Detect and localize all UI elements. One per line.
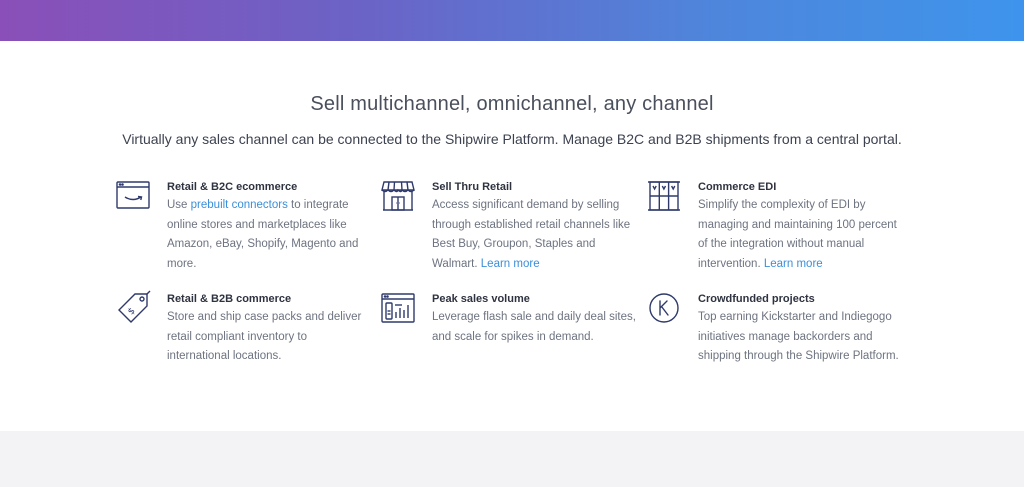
price-tag-icon: $ (115, 290, 151, 326)
feature-title: Retail & B2B commerce (167, 293, 292, 305)
feature-description: Leverage flash sale and daily deal sites… (432, 311, 636, 343)
feature-title: Crowdfunded projects (698, 293, 815, 305)
section-subtitle: Virtually any sales channel can be conne… (122, 131, 902, 147)
next-section-band (0, 431, 1024, 487)
feature-crowdfunded: Crowdfunded projects Top earning Kicksta… (649, 292, 903, 367)
prebuilt-connectors-link[interactable]: prebuilt connectors (191, 199, 288, 211)
feature-retail-b2c: Retail & B2C ecommerce Use prebuilt conn… (116, 180, 372, 274)
feature-description: Simplify the complexity of EDI by managi… (698, 199, 897, 270)
feature-description: Access significant demand by selling thr… (432, 199, 631, 270)
sales-dashboard-icon (380, 290, 416, 326)
feature-description: Top earning Kickstarter and Indiegogo in… (698, 311, 899, 362)
section-title: Sell multichannel, omnichannel, any chan… (310, 93, 714, 115)
feature-title: Peak sales volume (432, 293, 530, 305)
learn-more-link[interactable]: Learn more (764, 258, 823, 270)
feature-commerce-edi: Commerce EDI Simplify the complexity of … (648, 180, 903, 274)
amazon-browser-icon (115, 178, 151, 214)
feature-title: Retail & B2C ecommerce (167, 181, 298, 193)
feature-sell-thru-retail: Sell Thru Retail Access significant dema… (381, 180, 637, 274)
learn-more-link[interactable]: Learn more (481, 258, 540, 270)
feature-description: Use prebuilt connectors to integrate onl… (167, 199, 359, 270)
kickstarter-icon (646, 290, 682, 326)
feature-retail-b2b: $ Retail & B2B commerce Store and ship c… (118, 290, 372, 367)
window-grid-icon (646, 178, 682, 214)
top-gradient-banner (0, 0, 1024, 41)
svg-text:$: $ (126, 306, 137, 317)
feature-title: Commerce EDI (698, 181, 777, 193)
feature-title: Sell Thru Retail (432, 181, 513, 193)
feature-peak-sales: Peak sales volume Leverage flash sale an… (381, 292, 637, 347)
storefront-icon (380, 178, 416, 214)
feature-description: Store and ship case packs and deliver re… (167, 311, 362, 362)
